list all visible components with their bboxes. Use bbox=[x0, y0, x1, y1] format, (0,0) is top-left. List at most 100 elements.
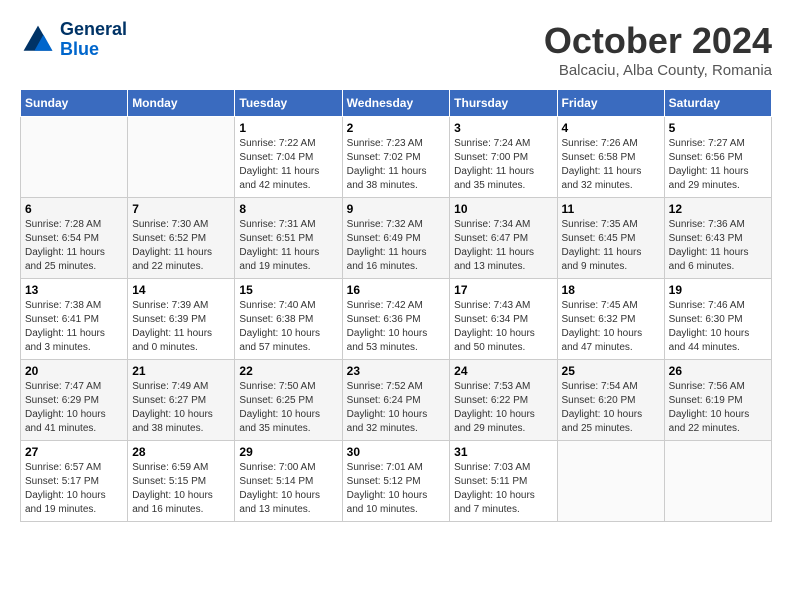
day-detail: Sunrise: 7:28 AM Sunset: 6:54 PM Dayligh… bbox=[25, 218, 123, 274]
col-header-sunday: Sunday bbox=[21, 90, 128, 117]
day-number: 13 bbox=[25, 283, 123, 297]
day-cell: 22Sunrise: 7:50 AM Sunset: 6:25 PM Dayli… bbox=[235, 360, 342, 441]
day-number: 6 bbox=[25, 202, 123, 216]
day-number: 17 bbox=[454, 283, 552, 297]
day-number: 19 bbox=[669, 283, 767, 297]
day-cell: 23Sunrise: 7:52 AM Sunset: 6:24 PM Dayli… bbox=[342, 360, 450, 441]
page-header: General Blue October 2024 Balcaciu, Alba… bbox=[20, 20, 772, 79]
day-number: 26 bbox=[669, 364, 767, 378]
week-row-3: 13Sunrise: 7:38 AM Sunset: 6:41 PM Dayli… bbox=[21, 279, 772, 360]
day-cell: 13Sunrise: 7:38 AM Sunset: 6:41 PM Dayli… bbox=[21, 279, 128, 360]
day-number: 20 bbox=[25, 364, 123, 378]
day-cell: 25 Sunrise: 7:54 AM Sunset: 6:20 PM Dayli… bbox=[557, 360, 664, 441]
day-detail: Sunrise: 7:00 AM Sunset: 5:14 PM Dayligh… bbox=[239, 461, 337, 517]
day-number: 16 bbox=[347, 283, 446, 297]
day-detail: Sunrise: 7:45 AM Sunset: 6:32 PM Dayligh… bbox=[562, 299, 660, 355]
day-number: 8 bbox=[239, 202, 337, 216]
day-detail: Sunrise: 7:42 AM Sunset: 6:36 PM Dayligh… bbox=[347, 299, 446, 355]
day-detail: Sunrise: 6:57 AM Sunset: 5:17 PM Dayligh… bbox=[25, 461, 123, 517]
day-number: 1 bbox=[239, 121, 337, 135]
day-detail: Sunrise: 7:26 AM Sunset: 6:58 PM Dayligh… bbox=[562, 137, 660, 193]
day-cell: 1 Sunrise: 7:22 AM Sunset: 7:04 PM Daylig… bbox=[235, 117, 342, 198]
month-title: October 2024 bbox=[544, 20, 772, 62]
day-cell: 6 Sunrise: 7:28 AM Sunset: 6:54 PM Daylig… bbox=[21, 198, 128, 279]
day-number: 25 bbox=[562, 364, 660, 378]
day-cell: 5 Sunrise: 7:27 AM Sunset: 6:56 PM Daylig… bbox=[664, 117, 771, 198]
day-cell: 27 Sunrise: 6:57 AM Sunset: 5:17 PM Dayli… bbox=[21, 441, 128, 522]
day-detail: Sunrise: 7:46 AM Sunset: 6:30 PM Dayligh… bbox=[669, 299, 767, 355]
col-header-thursday: Thursday bbox=[450, 90, 557, 117]
day-cell: 18 Sunrise: 7:45 AM Sunset: 6:32 PM Dayli… bbox=[557, 279, 664, 360]
day-number: 11 bbox=[562, 202, 660, 216]
day-cell bbox=[21, 117, 128, 198]
day-detail: Sunrise: 7:31 AM Sunset: 6:51 PM Dayligh… bbox=[239, 218, 337, 274]
day-number: 21 bbox=[132, 364, 230, 378]
day-number: 15 bbox=[239, 283, 337, 297]
day-detail: Sunrise: 7:34 AM Sunset: 6:47 PM Dayligh… bbox=[454, 218, 552, 274]
calendar-table: SundayMondayTuesdayWednesdayThursdayFrid… bbox=[20, 89, 772, 522]
day-cell: 30Sunrise: 7:01 AM Sunset: 5:12 PM Dayli… bbox=[342, 441, 450, 522]
day-cell: 4 Sunrise: 7:26 AM Sunset: 6:58 PM Daylig… bbox=[557, 117, 664, 198]
day-number: 23 bbox=[347, 364, 446, 378]
day-number: 29 bbox=[239, 445, 337, 459]
col-header-monday: Monday bbox=[128, 90, 235, 117]
day-detail: Sunrise: 7:23 AM Sunset: 7:02 PM Dayligh… bbox=[347, 137, 446, 193]
logo-icon bbox=[20, 22, 56, 58]
day-detail: Sunrise: 7:47 AM Sunset: 6:29 PM Dayligh… bbox=[25, 380, 123, 436]
day-number: 3 bbox=[454, 121, 552, 135]
day-number: 18 bbox=[562, 283, 660, 297]
day-detail: Sunrise: 6:59 AM Sunset: 5:15 PM Dayligh… bbox=[132, 461, 230, 517]
day-cell: 3 Sunrise: 7:24 AM Sunset: 7:00 PM Daylig… bbox=[450, 117, 557, 198]
day-number: 30 bbox=[347, 445, 446, 459]
day-detail: Sunrise: 7:32 AM Sunset: 6:49 PM Dayligh… bbox=[347, 218, 446, 274]
col-header-saturday: Saturday bbox=[664, 90, 771, 117]
day-cell: 26 Sunrise: 7:56 AM Sunset: 6:19 PM Dayli… bbox=[664, 360, 771, 441]
logo-text-blue: Blue bbox=[60, 40, 127, 60]
day-cell: 14Sunrise: 7:39 AM Sunset: 6:39 PM Dayli… bbox=[128, 279, 235, 360]
day-number: 14 bbox=[132, 283, 230, 297]
day-number: 9 bbox=[347, 202, 446, 216]
week-row-1: 1 Sunrise: 7:22 AM Sunset: 7:04 PM Daylig… bbox=[21, 117, 772, 198]
day-detail: Sunrise: 7:03 AM Sunset: 5:11 PM Dayligh… bbox=[454, 461, 552, 517]
day-number: 10 bbox=[454, 202, 552, 216]
day-number: 4 bbox=[562, 121, 660, 135]
day-cell bbox=[557, 441, 664, 522]
day-number: 5 bbox=[669, 121, 767, 135]
day-cell: 21 Sunrise: 7:49 AM Sunset: 6:27 PM Dayli… bbox=[128, 360, 235, 441]
day-detail: Sunrise: 7:27 AM Sunset: 6:56 PM Dayligh… bbox=[669, 137, 767, 193]
week-row-5: 27 Sunrise: 6:57 AM Sunset: 5:17 PM Dayli… bbox=[21, 441, 772, 522]
day-number: 24 bbox=[454, 364, 552, 378]
day-cell: 29 Sunrise: 7:00 AM Sunset: 5:14 PM Dayli… bbox=[235, 441, 342, 522]
logo: General Blue bbox=[20, 20, 127, 60]
day-detail: Sunrise: 7:24 AM Sunset: 7:00 PM Dayligh… bbox=[454, 137, 552, 193]
day-cell: 31 Sunrise: 7:03 AM Sunset: 5:11 PM Dayli… bbox=[450, 441, 557, 522]
day-cell: 20 Sunrise: 7:47 AM Sunset: 6:29 PM Dayli… bbox=[21, 360, 128, 441]
day-cell: 28 Sunrise: 6:59 AM Sunset: 5:15 PM Dayli… bbox=[128, 441, 235, 522]
day-cell: 11Sunrise: 7:35 AM Sunset: 6:45 PM Dayli… bbox=[557, 198, 664, 279]
day-cell: 7 Sunrise: 7:30 AM Sunset: 6:52 PM Daylig… bbox=[128, 198, 235, 279]
day-detail: Sunrise: 7:56 AM Sunset: 6:19 PM Dayligh… bbox=[669, 380, 767, 436]
day-number: 28 bbox=[132, 445, 230, 459]
day-cell: 12 Sunrise: 7:36 AM Sunset: 6:43 PM Dayli… bbox=[664, 198, 771, 279]
day-number: 12 bbox=[669, 202, 767, 216]
day-cell: 2 Sunrise: 7:23 AM Sunset: 7:02 PM Daylig… bbox=[342, 117, 450, 198]
day-detail: Sunrise: 7:54 AM Sunset: 6:20 PM Dayligh… bbox=[562, 380, 660, 436]
day-detail: Sunrise: 7:22 AM Sunset: 7:04 PM Dayligh… bbox=[239, 137, 337, 193]
day-number: 2 bbox=[347, 121, 446, 135]
col-header-tuesday: Tuesday bbox=[235, 90, 342, 117]
day-cell: 17 Sunrise: 7:43 AM Sunset: 6:34 PM Dayli… bbox=[450, 279, 557, 360]
header-row: SundayMondayTuesdayWednesdayThursdayFrid… bbox=[21, 90, 772, 117]
day-cell: 19 Sunrise: 7:46 AM Sunset: 6:30 PM Dayli… bbox=[664, 279, 771, 360]
day-number: 31 bbox=[454, 445, 552, 459]
day-detail: Sunrise: 7:43 AM Sunset: 6:34 PM Dayligh… bbox=[454, 299, 552, 355]
day-detail: Sunrise: 7:36 AM Sunset: 6:43 PM Dayligh… bbox=[669, 218, 767, 274]
day-cell bbox=[664, 441, 771, 522]
day-number: 22 bbox=[239, 364, 337, 378]
day-cell: 15Sunrise: 7:40 AM Sunset: 6:38 PM Dayli… bbox=[235, 279, 342, 360]
day-detail: Sunrise: 7:30 AM Sunset: 6:52 PM Dayligh… bbox=[132, 218, 230, 274]
day-detail: Sunrise: 7:49 AM Sunset: 6:27 PM Dayligh… bbox=[132, 380, 230, 436]
week-row-4: 20 Sunrise: 7:47 AM Sunset: 6:29 PM Dayli… bbox=[21, 360, 772, 441]
day-number: 27 bbox=[25, 445, 123, 459]
week-row-2: 6 Sunrise: 7:28 AM Sunset: 6:54 PM Daylig… bbox=[21, 198, 772, 279]
day-number: 7 bbox=[132, 202, 230, 216]
